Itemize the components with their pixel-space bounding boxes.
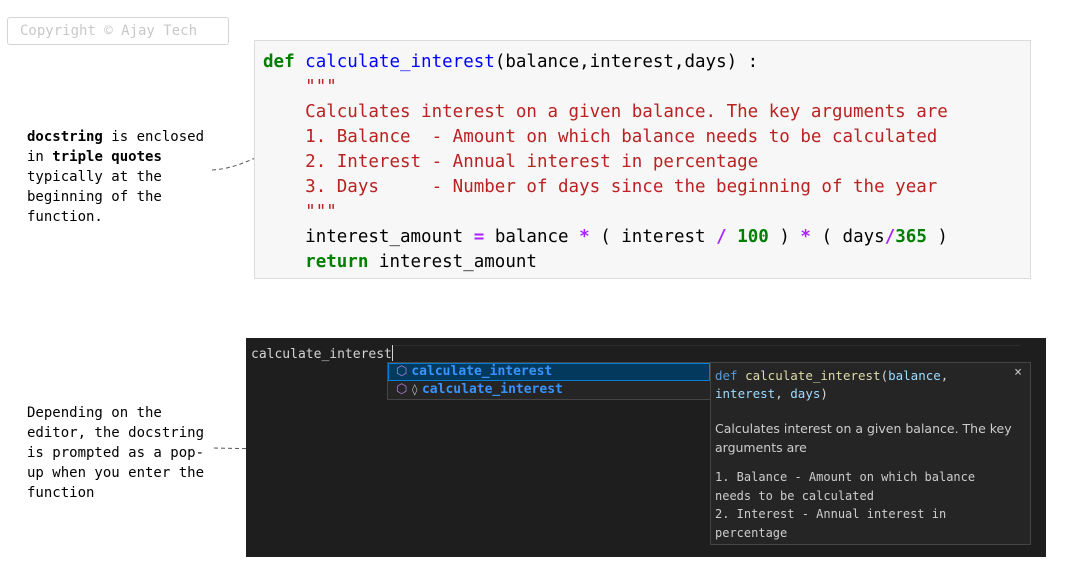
sig-def: def xyxy=(715,368,738,383)
docstring-line-3: 2. Interest - Annual interest in percent… xyxy=(305,152,759,172)
sig-name: calculate_interest xyxy=(745,368,881,383)
sig-param-days: days xyxy=(790,386,821,401)
symbol-icon: ◊ xyxy=(411,383,418,396)
docstring-line-4: 3. Days - Number of days since the begin… xyxy=(305,177,938,197)
return-keyword: return xyxy=(305,252,369,272)
assign-target: interest_amount xyxy=(305,227,474,247)
details-list: 1. Balance - Amount on which balance nee… xyxy=(715,468,1015,542)
expr-balance: balance xyxy=(484,227,580,247)
editor-input-line[interactable]: calculate_interest xyxy=(251,345,393,363)
op-equals: = xyxy=(473,227,485,247)
op-multiply-1: * xyxy=(579,227,590,247)
num-365: 365 xyxy=(895,227,927,247)
return-value: interest_amount xyxy=(368,252,537,272)
code-block: def calculate_interest(balance,interest,… xyxy=(263,50,948,275)
op-multiply-2: * xyxy=(800,227,811,247)
details-item-1: 1. Balance - Amount on which balance nee… xyxy=(715,470,976,503)
docstring-line-1: Calculates interest on a given balance. … xyxy=(305,102,948,122)
op-divide-1: / xyxy=(716,227,727,247)
code-editor[interactable]: calculate_interest ⬡ calculate_interest ⬡… xyxy=(246,338,1046,557)
docstring-line-2: 1. Balance - Amount on which balance nee… xyxy=(305,127,938,147)
expr-close-1: ) xyxy=(768,227,801,247)
suggestion-label: calculate_interest xyxy=(421,382,563,397)
suggestion-item[interactable]: ⬡ calculate_interest xyxy=(388,363,710,381)
code-panel: def calculate_interest(balance,interest,… xyxy=(254,40,1031,279)
cube-icon: ⬡ xyxy=(396,364,408,379)
cube-icon: ⬡ xyxy=(396,382,408,397)
expr-days: ( days xyxy=(810,227,885,247)
current-line-border xyxy=(394,345,1020,346)
sig-close: ) xyxy=(820,386,828,401)
sig-comma: , xyxy=(940,368,949,383)
function-name: calculate_interest xyxy=(305,52,495,72)
sig-param-balance: balance xyxy=(888,368,941,383)
expr-close-2: ) xyxy=(926,227,948,247)
suggestion-label: calculate_interest xyxy=(411,364,553,379)
typed-text: calculate_interest xyxy=(251,347,392,362)
sig-param-interest: interest xyxy=(715,386,776,401)
docstring-open: """ xyxy=(305,77,337,97)
expr-interest: ( interest xyxy=(589,227,717,247)
function-signature: def calculate_interest(balance, interest… xyxy=(715,367,1005,403)
details-description: Calculates interest on a given balance. … xyxy=(715,421,1012,455)
sig-comma: , xyxy=(775,386,791,401)
docstring-close: """ xyxy=(305,202,337,222)
text-cursor xyxy=(391,345,393,361)
def-keyword: def xyxy=(263,52,295,72)
suggestion-list[interactable]: ⬡ calculate_interest ⬡ ◊ calculate_interest xyxy=(387,362,711,400)
num-100: 100 xyxy=(737,227,769,247)
suggestion-item[interactable]: ⬡ ◊ calculate_interest xyxy=(388,381,710,399)
close-icon[interactable]: × xyxy=(1014,365,1022,380)
function-params: (balance,interest,days) : xyxy=(494,52,759,72)
sig-open: ( xyxy=(880,368,889,383)
suggestion-details: def calculate_interest(balance, interest… xyxy=(710,362,1031,545)
op-divide-2: / xyxy=(884,227,896,247)
details-item-2: 2. Interest - Annual interest in percent… xyxy=(715,507,947,540)
